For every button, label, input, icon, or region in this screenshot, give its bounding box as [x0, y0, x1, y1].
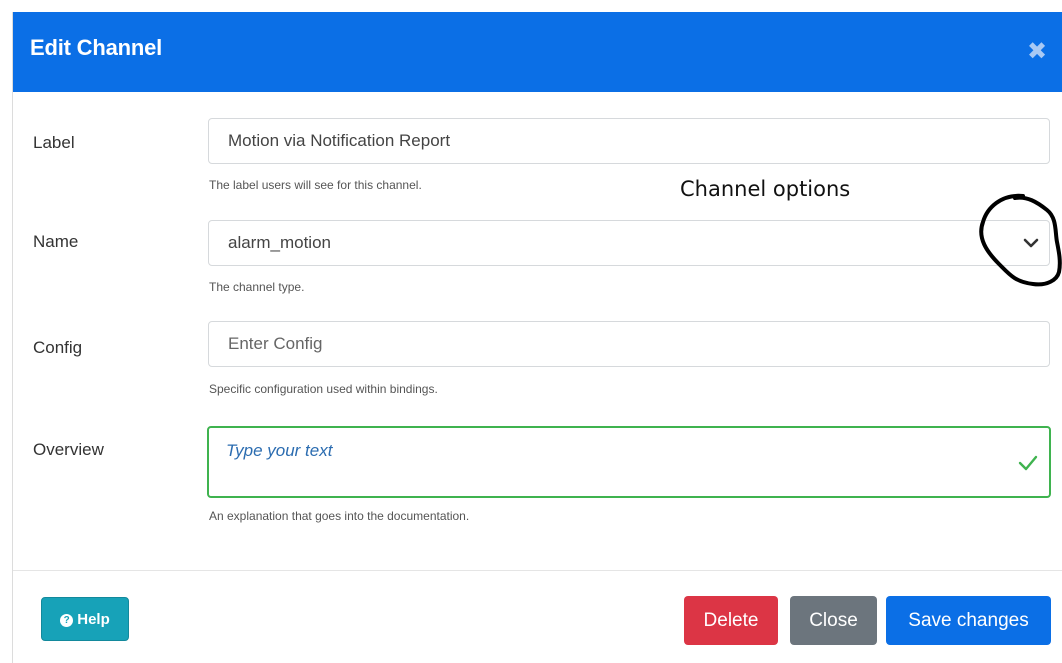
help-button[interactable]: ? Help — [41, 597, 129, 641]
check-icon — [1018, 455, 1038, 471]
overview-help-text: An explanation that goes into the docume… — [209, 509, 470, 523]
overview-field-label: Overview — [33, 440, 104, 459]
close-icon[interactable]: ✖ — [1025, 37, 1049, 65]
overview-placeholder: Type your text — [226, 441, 333, 460]
modal-header: Edit Channel ✖ — [13, 12, 1062, 92]
name-field-label: Name — [33, 232, 79, 251]
name-help-text: The channel type. — [209, 280, 305, 294]
label-help-text: The label users will see for this channe… — [209, 178, 422, 192]
name-select[interactable]: alarm_motion — [208, 220, 1050, 266]
close-button[interactable]: Close — [790, 596, 877, 645]
config-help-text: Specific configuration used within bindi… — [209, 382, 438, 396]
annotation-channel-options: Channel options — [680, 177, 851, 201]
save-changes-button[interactable]: Save changes — [886, 596, 1051, 645]
config-input[interactable]: Enter Config — [208, 321, 1050, 367]
edit-channel-modal: Edit Channel ✖ Label Motion via Notifica… — [12, 12, 1062, 663]
help-button-label: Help — [77, 611, 110, 628]
delete-button[interactable]: Delete — [684, 596, 778, 645]
top-strip — [0, 0, 1062, 12]
config-field-label: Config — [33, 338, 83, 357]
config-input-placeholder: Enter Config — [228, 334, 323, 353]
label-field-label: Label — [33, 133, 75, 152]
modal-title: Edit Channel — [30, 35, 163, 60]
question-circle-icon: ? — [60, 614, 74, 627]
label-input[interactable]: Motion via Notification Report — [208, 118, 1050, 164]
footer-divider — [13, 570, 1062, 571]
scribble-circle-annotation — [979, 193, 1062, 287]
name-select-value: alarm_motion — [228, 233, 331, 252]
label-input-value: Motion via Notification Report — [228, 131, 451, 150]
overview-editor[interactable]: Type your text — [207, 426, 1051, 498]
